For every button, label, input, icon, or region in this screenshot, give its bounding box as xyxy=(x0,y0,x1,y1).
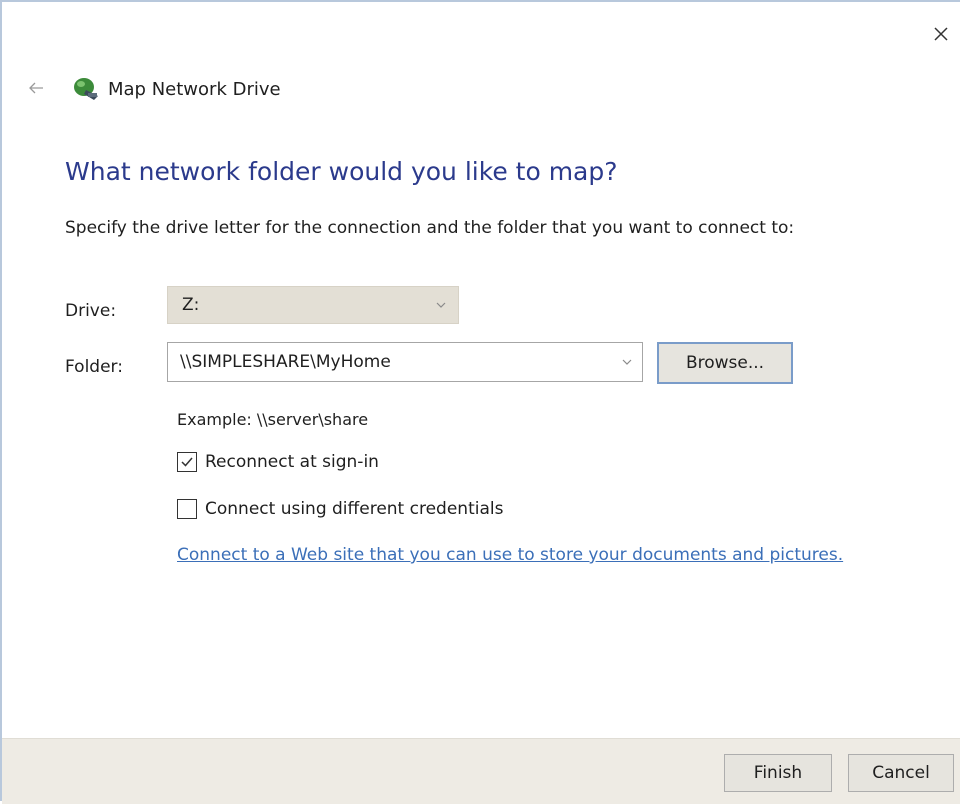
drive-value: Z: xyxy=(182,295,200,315)
credentials-label: Connect using different credentials xyxy=(205,499,504,519)
chevron-down-icon xyxy=(436,302,446,308)
browse-button[interactable]: Browse... xyxy=(657,342,793,384)
window-title: Map Network Drive xyxy=(108,79,281,100)
back-arrow-icon xyxy=(29,82,43,94)
folder-example-text: Example: \\server\share xyxy=(177,410,369,429)
checkmark-icon xyxy=(181,457,193,467)
credentials-checkbox[interactable] xyxy=(177,499,197,519)
credentials-option[interactable]: Connect using different credentials xyxy=(177,499,503,519)
reconnect-label: Reconnect at sign-in xyxy=(205,452,379,472)
network-drive-icon xyxy=(74,78,98,100)
close-button[interactable] xyxy=(927,20,955,48)
drive-label: Drive: xyxy=(65,301,117,321)
reconnect-checkbox[interactable] xyxy=(177,452,197,472)
back-button[interactable] xyxy=(24,76,48,100)
chevron-down-icon[interactable] xyxy=(620,355,634,369)
drive-select[interactable]: Z: xyxy=(167,286,459,324)
folder-input[interactable]: \\SIMPLESHARE\MyHome xyxy=(167,342,643,382)
instructions-text: Specify the drive letter for the connect… xyxy=(65,218,795,238)
folder-value: \\SIMPLESHARE\MyHome xyxy=(180,352,391,372)
reconnect-option[interactable]: Reconnect at sign-in xyxy=(177,452,379,472)
close-icon xyxy=(934,27,948,41)
map-network-drive-window: Map Network Drive What network folder wo… xyxy=(0,0,960,804)
finish-button[interactable]: Finish xyxy=(724,754,832,792)
folder-label: Folder: xyxy=(65,357,123,377)
cancel-button[interactable]: Cancel xyxy=(848,754,954,792)
page-heading: What network folder would you like to ma… xyxy=(65,157,618,186)
web-site-link[interactable]: Connect to a Web site that you can use t… xyxy=(177,545,843,565)
